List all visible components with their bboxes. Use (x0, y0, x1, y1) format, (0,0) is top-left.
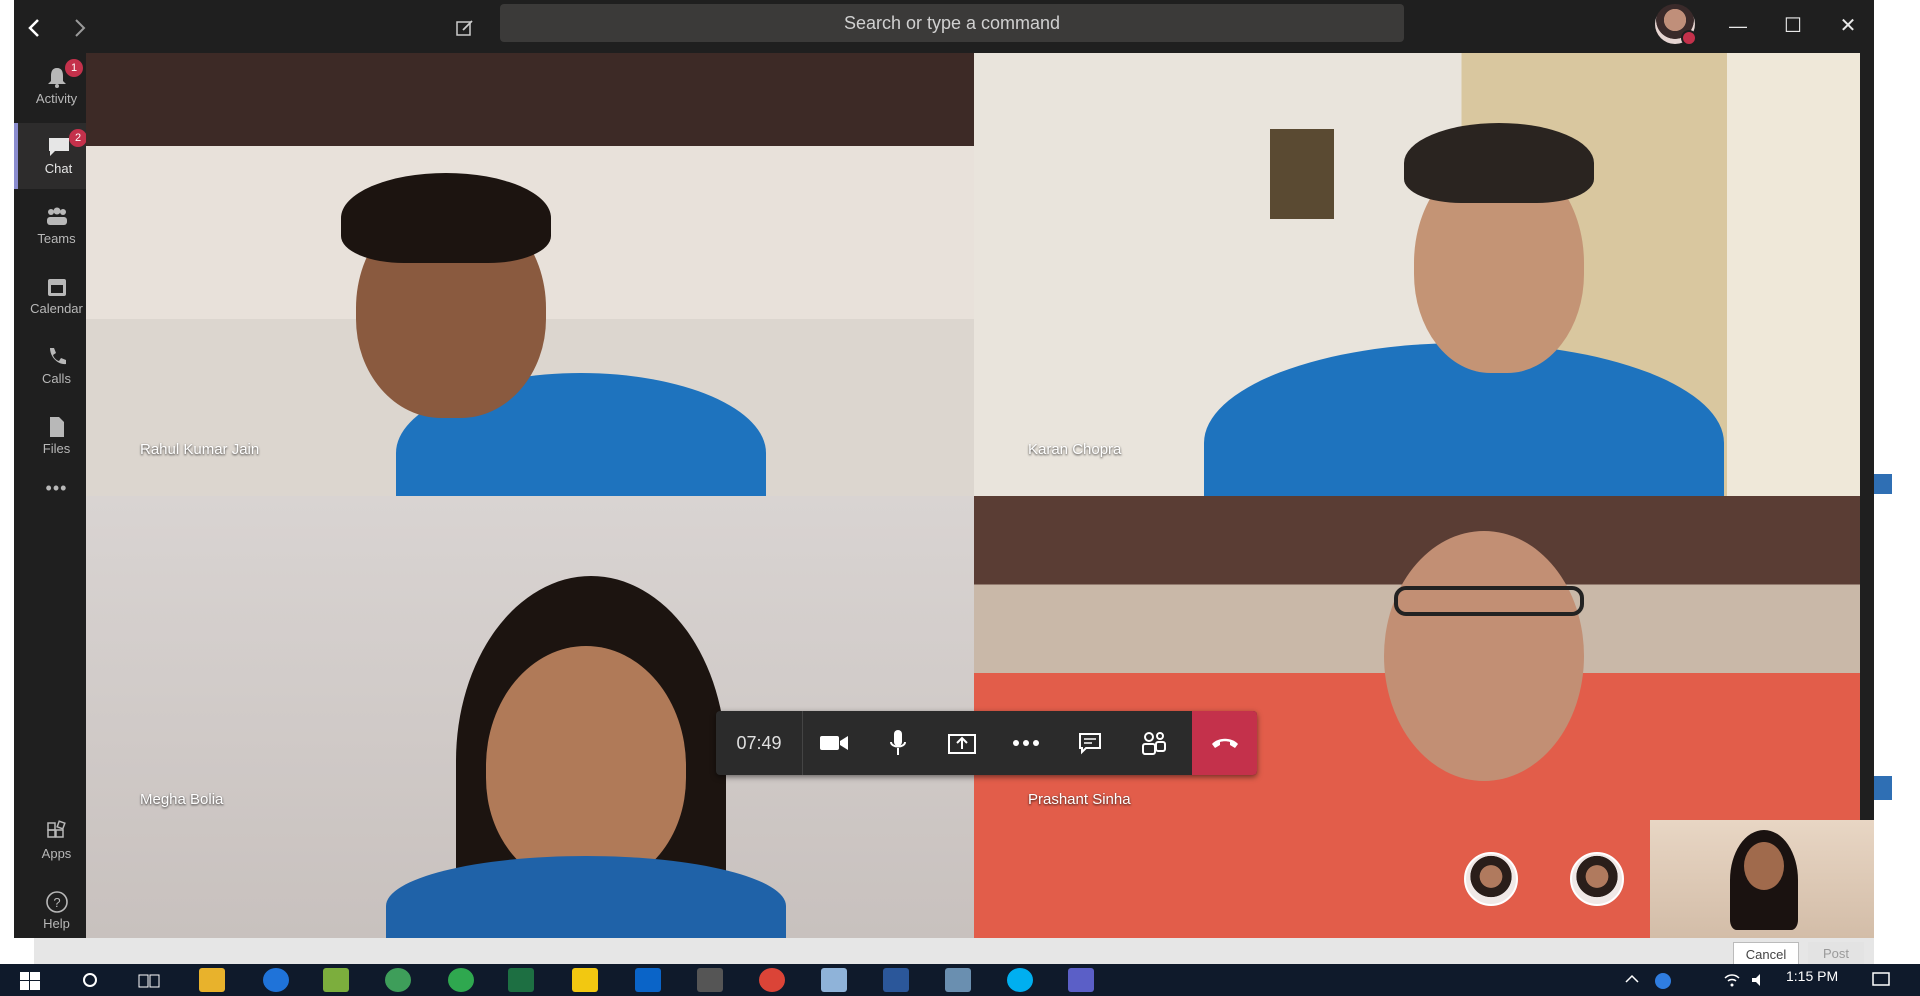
video-person-shape (1404, 123, 1594, 203)
app-icon[interactable] (385, 968, 411, 992)
video-person-shape (341, 173, 551, 263)
search-input[interactable]: Search or type a command (500, 4, 1404, 42)
task-view-icon[interactable] (138, 972, 160, 990)
participant-avatar[interactable] (1464, 852, 1518, 906)
svg-text:?: ? (53, 895, 60, 910)
compose-button[interactable] (445, 0, 485, 53)
hang-up-button[interactable] (1192, 711, 1257, 775)
post-button[interactable]: Post (1808, 942, 1864, 966)
share-screen-icon (948, 734, 976, 754)
call-controls: 07:49 (716, 711, 1257, 775)
compose-area (34, 938, 1874, 964)
microphone-icon (890, 730, 906, 755)
search-icon[interactable] (82, 972, 100, 990)
video-person-shape (1744, 842, 1784, 890)
status-busy-icon (1681, 30, 1697, 46)
help-icon: ? (45, 891, 68, 913)
chat-badge: 2 (69, 129, 87, 147)
share-screen-button[interactable] (930, 711, 994, 775)
self-view-video[interactable] (1650, 820, 1874, 938)
video-person-shape (386, 856, 786, 938)
participant-name: Prashant Sinha (1028, 791, 1131, 808)
tray-chevron-icon[interactable] (1625, 974, 1639, 984)
word-icon[interactable] (883, 968, 909, 992)
hang-up-icon (1211, 738, 1238, 748)
show-participants-button[interactable] (1122, 711, 1186, 775)
teams-icon[interactable] (1068, 968, 1094, 992)
skype-icon[interactable] (1007, 968, 1033, 992)
chevron-right-icon (75, 19, 86, 37)
glasses (1394, 586, 1584, 616)
participant-name: Rahul Kumar Jain (140, 441, 260, 458)
camera-icon (820, 736, 848, 750)
background-window-edge (1874, 474, 1892, 494)
more-actions-button[interactable] (994, 711, 1058, 775)
chevron-left-icon (28, 19, 39, 38)
video-person-shape (1384, 531, 1584, 781)
video-tile-karan[interactable]: Karan Chopra (974, 53, 1860, 496)
excel-icon[interactable] (508, 968, 534, 992)
video-person-shape (486, 646, 686, 886)
outlook-icon[interactable] (635, 968, 661, 992)
participant-name: Megha Bolia (140, 791, 224, 808)
forward-button[interactable] (60, 0, 100, 53)
onedrive-icon[interactable] (1655, 973, 1671, 989)
video-tile-rahul[interactable]: Rahul Kumar Jain (86, 53, 974, 496)
internet-explorer-icon[interactable] (263, 968, 289, 992)
back-button[interactable] (14, 0, 54, 53)
notifications-icon[interactable] (1872, 972, 1890, 988)
participants-icon (1142, 732, 1166, 755)
app-icon[interactable] (821, 968, 847, 992)
participant-avatar[interactable] (1570, 852, 1624, 906)
clock[interactable]: 1:15 PM (1786, 968, 1838, 984)
chat-icon (48, 138, 69, 156)
calendar-icon (47, 279, 66, 296)
app-icon[interactable] (448, 968, 474, 992)
sticky-notes-icon[interactable] (572, 968, 598, 992)
windows-start-icon[interactable] (20, 972, 40, 990)
chat-icon (1079, 733, 1101, 755)
participant-name: Karan Chopra (1028, 441, 1122, 458)
activity-badge: 1 (65, 59, 83, 77)
show-conversation-button[interactable] (1058, 711, 1122, 775)
volume-icon[interactable] (1750, 972, 1768, 988)
windows-taskbar: 1:15 PM (0, 964, 1920, 996)
wifi-icon[interactable] (1723, 972, 1741, 988)
background-window-edge (1874, 776, 1892, 800)
camera-button[interactable] (802, 711, 866, 775)
title-bar: Search or type a command — ☐ ✕ (14, 0, 1874, 53)
file-explorer-icon[interactable] (199, 968, 225, 992)
more-icon (1013, 740, 1039, 746)
microphone-button[interactable] (866, 711, 930, 775)
chrome-icon[interactable] (759, 968, 785, 992)
phone-icon (49, 348, 66, 365)
call-timer: 07:49 (716, 711, 803, 775)
wall-frame (1270, 129, 1334, 219)
app-icon[interactable] (945, 968, 971, 992)
notepad-icon[interactable] (323, 968, 349, 992)
files-icon (49, 417, 64, 437)
compose-icon (456, 20, 473, 36)
terminal-icon[interactable] (697, 968, 723, 992)
profile-avatar[interactable] (1655, 4, 1697, 46)
close-button[interactable]: ✕ (1828, 0, 1868, 53)
apps-icon (46, 820, 66, 838)
maximize-button[interactable]: ☐ (1773, 0, 1813, 53)
minimize-button[interactable]: — (1718, 0, 1758, 53)
teams-icon (46, 207, 67, 225)
